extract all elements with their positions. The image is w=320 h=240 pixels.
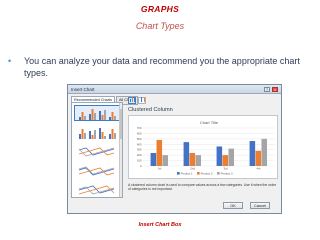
x-tick-label: 3rd — [223, 167, 227, 171]
bar — [261, 138, 268, 166]
bar — [222, 155, 229, 166]
dialog-title: Insert Chart — [71, 86, 95, 92]
insert-chart-dialog: Insert Chart ? × Recommended Charts All … — [67, 84, 282, 214]
y-tick-label: 200 — [137, 153, 142, 157]
area-thumbnail[interactable] — [74, 162, 120, 178]
bullet-icon: • — [8, 56, 12, 66]
figure-caption: Insert Chart Box — [138, 222, 182, 228]
thumbnail-bar — [111, 129, 114, 139]
thumbnail-bar — [99, 128, 101, 139]
thumbnail-bar — [104, 136, 106, 139]
help-button[interactable]: ? — [264, 86, 270, 92]
bullet-item: • You can analyze your data and recommen… — [8, 55, 314, 79]
column-thumbnail[interactable] — [74, 124, 120, 140]
stacked-column-icon[interactable] — [138, 97, 146, 104]
thumbnail-bar — [101, 132, 104, 139]
legend-swatch — [177, 172, 180, 175]
thumbnail-bar — [114, 116, 116, 120]
bar — [195, 155, 202, 166]
recommended-chart-list — [71, 102, 123, 198]
bar — [162, 155, 169, 166]
y-tick-label: 600 — [137, 131, 142, 135]
chart-description: A clustered column chart is used to comp… — [128, 183, 277, 192]
list-scrollbar[interactable] — [119, 103, 122, 197]
bar — [228, 148, 235, 166]
y-tick-label: 500 — [137, 137, 142, 141]
clustered-column-icon[interactable] — [128, 97, 136, 104]
x-tick-label: 1st — [158, 167, 162, 171]
bar — [150, 152, 157, 166]
bar — [189, 152, 196, 166]
thumbnail-bar — [114, 133, 116, 139]
chart-preview: Chart Title 0 100 200 300 400 500 600 700 1st 2nd 3… — [128, 115, 278, 179]
slide-subtitle: Chart Types — [135, 21, 185, 31]
thumbnail-bar — [79, 134, 81, 139]
thumbnail-bar — [91, 109, 94, 120]
y-tick-label: 100 — [137, 159, 142, 163]
y-tick-label: 300 — [137, 148, 142, 152]
thumbnail-bar — [104, 110, 106, 120]
y-tick-label: 400 — [137, 142, 142, 146]
line-thumbnail[interactable] — [74, 143, 120, 159]
scrollbar-thumb[interactable] — [120, 109, 122, 139]
thumbnail-bar — [94, 113, 96, 120]
dialog-titlebar: Insert Chart ? × — [68, 85, 281, 94]
chart-preview-pane: Clustered Column Chart Title 0 100 200 300 40… — [126, 97, 280, 198]
ok-button[interactable]: OK — [223, 202, 243, 209]
thumbnail-bar — [94, 130, 96, 139]
thumbnail-bar — [84, 133, 86, 139]
thumbnail-bar — [101, 115, 104, 120]
slide-title: GRAPHS — [140, 4, 180, 14]
bar — [249, 141, 256, 166]
thumbnail-bar — [89, 114, 91, 120]
bar — [255, 150, 262, 166]
y-tick-label: 0 — [140, 164, 142, 168]
thumbnail-bar — [79, 117, 81, 120]
bar — [156, 139, 163, 166]
thumbnail-bar — [89, 131, 91, 139]
y-tick-label: 700 — [137, 126, 142, 130]
thumbnail-bar — [81, 129, 84, 139]
thumbnail-bar — [91, 135, 94, 139]
chart-title: Chart Title — [200, 120, 219, 125]
thumbnail-bar — [111, 112, 114, 120]
bar — [183, 142, 190, 166]
clustered-column-thumbnail[interactable] — [74, 105, 120, 121]
x-tick-label: 2nd — [190, 167, 195, 171]
legend-label: Product 3 — [221, 171, 233, 175]
bullet-text: You can analyze your data and recommend … — [24, 56, 300, 78]
legend-swatch — [197, 172, 200, 175]
chart-subtype-icons — [128, 97, 148, 104]
close-button[interactable]: × — [272, 86, 278, 92]
thumbnail-bar — [84, 116, 86, 120]
legend-label: Product 1 — [181, 171, 193, 175]
x-tick-label: 4th — [257, 167, 261, 171]
thumbnail-bar — [81, 112, 84, 120]
cancel-button[interactable]: Cancel — [250, 202, 270, 209]
bar — [216, 146, 223, 166]
legend-label: Product 2 — [201, 171, 213, 175]
thumbnail-bar — [99, 111, 101, 120]
line-curve-thumbnail[interactable] — [74, 181, 120, 197]
thumbnail-bar — [109, 117, 111, 120]
chart-type-name: Clustered Column — [128, 107, 173, 113]
legend-swatch — [217, 172, 220, 175]
clustered-column-chart: Chart Title 0100 200300 400500 600700 1st 2nd 3… — [137, 120, 275, 175]
thumbnail-bar — [109, 134, 111, 139]
